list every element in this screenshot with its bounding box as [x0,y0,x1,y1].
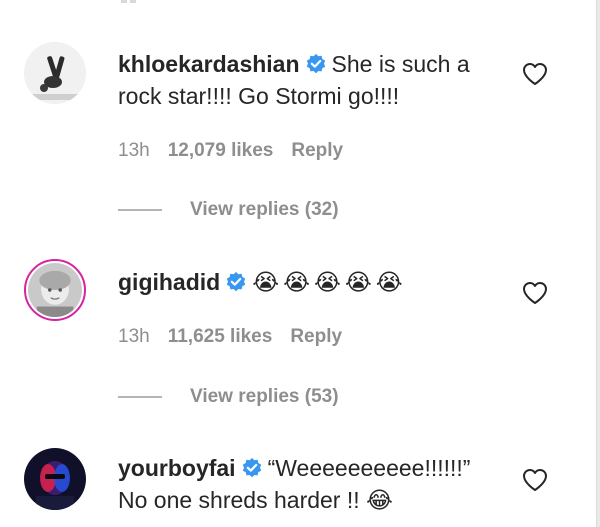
comment-text: khloekardashian She is such a rock star!… [118,48,503,112]
neon-portrait-icon [24,448,86,510]
username[interactable]: gigihadid [118,269,220,295]
timestamp[interactable]: 13h [118,326,150,347]
heart-outline-icon[interactable] [522,281,548,305]
username[interactable]: yourboyfai [118,455,236,481]
view-replies-button[interactable]: View replies (32) [118,199,339,221]
username[interactable]: khloekardashian [118,51,300,77]
child-photo-icon [28,263,82,317]
gymnast-photo-icon [24,42,86,104]
laughing-emoji-icon: 😂 [366,487,393,513]
verified-badge-icon [306,54,325,74]
avatar[interactable] [24,42,86,104]
avatar[interactable] [24,448,86,510]
comment-body-line2: No one shreds harder !! [118,487,360,513]
comment-text: gigihadid 😭 😭 😭 😭 😭 [118,266,503,298]
comment-meta: 13h 11,625 likes Reply [118,326,360,348]
reply-button[interactable]: Reply [290,326,342,347]
view-replies-label: View replies (32) [190,199,339,220]
view-replies-button[interactable]: View replies (53) [118,386,339,408]
divider-line [118,395,162,398]
likes-count[interactable]: 11,625 likes [168,326,273,347]
comment-body-line1: “Weeeeeeeeee!!!!!!” [267,455,471,481]
avatar[interactable] [24,259,86,321]
comment-meta: 13h 12,079 likes Reply [118,140,361,162]
view-replies-label: View replies (53) [190,386,339,407]
verified-badge-icon [242,458,261,478]
divider-line [118,208,162,211]
likes-count[interactable]: 12,079 likes [168,140,274,161]
window-scrollbar[interactable] [596,0,600,527]
comment-text: yourboyfai “Weeeeeeeeee!!!!!!” No one sh… [118,452,503,516]
top-divider [0,0,600,8]
crying-emoji-icon: 😭 😭 😭 😭 😭 [252,269,403,295]
reply-button[interactable]: Reply [291,140,343,161]
heart-outline-icon[interactable] [522,62,548,86]
verified-badge-icon [227,272,246,292]
timestamp[interactable]: 13h [118,140,150,161]
heart-outline-icon[interactable] [522,468,548,492]
